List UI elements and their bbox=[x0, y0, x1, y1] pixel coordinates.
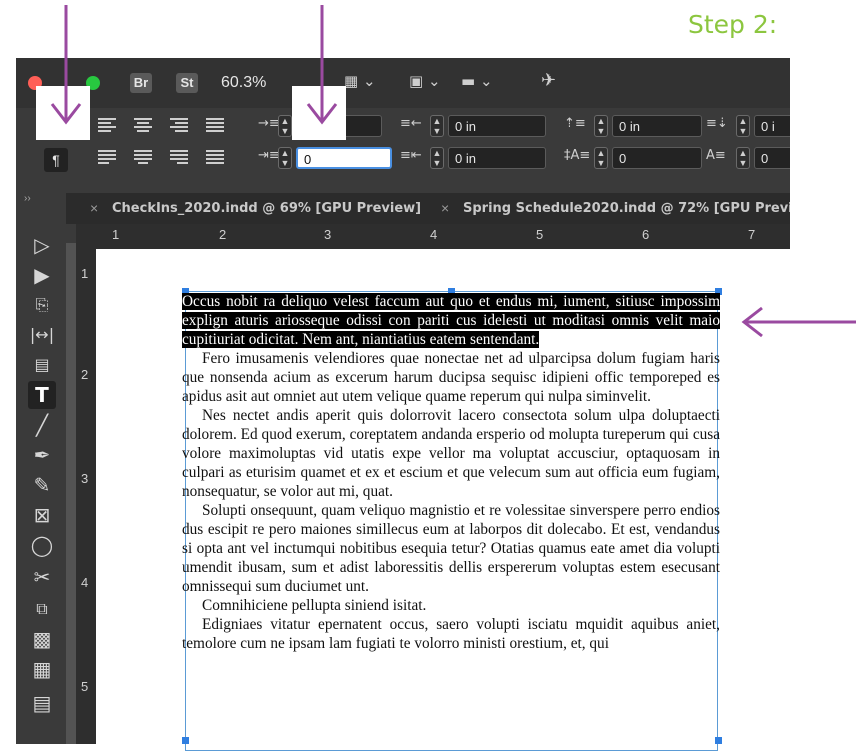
view-options-icon[interactable]: ▦ ⌄ bbox=[344, 72, 376, 90]
space-after-stepper[interactable]: ▲ ▼ bbox=[736, 115, 750, 137]
frame-handle[interactable] bbox=[182, 737, 189, 744]
screen-mode-icon[interactable]: ▣ ⌄ bbox=[409, 72, 441, 90]
last-line-indent-field[interactable]: 0 in bbox=[448, 147, 546, 169]
ruler-label: 7 bbox=[748, 227, 756, 242]
application-bar: Br St 60.3% ▦ ⌄ ▣ ⌄ ▬ ⌄ ✈ bbox=[16, 58, 790, 108]
ruler-label: 4 bbox=[430, 227, 438, 242]
drop-cap-chars-icon: A≡ bbox=[706, 148, 726, 163]
text-selection[interactable]: Occus nobit ra deliquo velest faccum aut… bbox=[182, 293, 720, 348]
space-before-stepper[interactable]: ▲ ▼ bbox=[594, 115, 608, 137]
align-right-icon[interactable] bbox=[170, 118, 188, 132]
space-before-field[interactable]: 0 in bbox=[612, 115, 702, 137]
rectangle-frame-tool-icon[interactable]: ⊠ bbox=[28, 501, 56, 529]
ruler-label: 2 bbox=[219, 227, 227, 242]
close-tab-icon[interactable]: × bbox=[90, 200, 98, 216]
justify-all-icon[interactable] bbox=[206, 150, 224, 164]
page-tool-icon[interactable]: ⎘ bbox=[28, 291, 56, 319]
document-tabs-bar: × CheckIns_2020.indd @ 69% [GPU Preview]… bbox=[16, 193, 790, 224]
ruler-label: 1 bbox=[81, 266, 89, 281]
stock-button[interactable]: St bbox=[176, 73, 198, 93]
align-left-icon[interactable] bbox=[98, 118, 116, 132]
ruler-label: 4 bbox=[81, 575, 89, 590]
left-indent-icon: →≡ bbox=[258, 116, 280, 131]
paragraph[interactable]: Edigniaes vitatur epernatent occus, saer… bbox=[182, 615, 720, 653]
right-indent-field[interactable]: 0 in bbox=[448, 115, 546, 137]
align-center-icon[interactable] bbox=[134, 118, 152, 132]
frame-handle[interactable] bbox=[715, 737, 722, 744]
paragraph[interactable]: Solupti onsequunt, quam veliquo magnisti… bbox=[182, 501, 720, 596]
gradient-feather-tool-icon[interactable]: ▦ bbox=[28, 655, 56, 683]
ruler-label: 6 bbox=[642, 227, 650, 242]
horizontal-ruler: 1 2 3 4 5 6 7 bbox=[76, 224, 790, 250]
direct-selection-tool-icon[interactable]: ▶ bbox=[28, 261, 56, 289]
justify-center-icon[interactable] bbox=[134, 150, 152, 164]
ruler-label: 2 bbox=[81, 367, 89, 382]
tab-checkins[interactable]: CheckIns_2020.indd @ 69% [GPU Preview] bbox=[112, 201, 421, 216]
align-towards-spine-icon[interactable] bbox=[206, 118, 224, 132]
drop-cap-lines-field[interactable]: 0 bbox=[612, 147, 702, 169]
pen-tool-icon[interactable]: ✒ bbox=[28, 441, 56, 469]
right-indent-icon: ≡← bbox=[400, 116, 422, 131]
step-label: Step 2: bbox=[688, 10, 778, 39]
line-tool-icon[interactable]: ╱ bbox=[28, 411, 56, 439]
pencil-tool-icon[interactable]: ✎ bbox=[28, 471, 56, 499]
last-line-indent-icon: ≡⇤ bbox=[400, 148, 422, 163]
justify-right-icon[interactable] bbox=[170, 150, 188, 164]
space-after-icon: ≡⇣ bbox=[706, 116, 728, 131]
annotation-arrow-icon bbox=[741, 306, 856, 338]
scissors-tool-icon[interactable]: ✂ bbox=[28, 563, 56, 591]
first-line-indent-field[interactable]: 0 bbox=[296, 147, 392, 169]
selected-paragraph[interactable]: Occus nobit ra deliquo velest faccum aut… bbox=[182, 292, 720, 349]
ruler-label: 5 bbox=[536, 227, 544, 242]
gradient-swatch-tool-icon[interactable]: ▩ bbox=[28, 625, 56, 653]
story-text[interactable]: Occus nobit ra deliquo velest faccum aut… bbox=[182, 292, 720, 653]
free-transform-tool-icon[interactable]: ⧉ bbox=[28, 595, 56, 623]
publish-online-icon[interactable]: ✈ bbox=[541, 70, 556, 91]
annotation-arrow-icon bbox=[50, 5, 82, 125]
drop-cap-chars-stepper[interactable]: ▲ ▼ bbox=[736, 147, 750, 169]
drop-cap-chars-field[interactable]: 0 bbox=[754, 147, 790, 169]
content-collector-tool-icon[interactable]: ▤ bbox=[28, 351, 56, 379]
ruler-label: 3 bbox=[324, 227, 332, 242]
panel-collapse-icon[interactable]: ›› bbox=[24, 193, 31, 204]
justify-left-icon[interactable] bbox=[98, 150, 116, 164]
space-before-icon: ⇡≡ bbox=[564, 116, 586, 131]
tools-panel: ›› ▷ ▶ ⎘ |↔| ▤ T ╱ ✒ ✎ ⊠ ◯ ✂ ⧉ ▩ ▦ ▤ bbox=[16, 193, 66, 744]
vertical-ruler: 1 2 3 4 5 bbox=[76, 249, 96, 744]
first-line-indent-stepper[interactable]: ▲ ▼ bbox=[278, 147, 292, 169]
tab-spring-schedule[interactable]: Spring Schedule2020.indd @ 72% [GPU Prev… bbox=[463, 201, 790, 216]
last-line-indent-stepper[interactable]: ▲ ▼ bbox=[430, 147, 444, 169]
note-tool-icon[interactable]: ▤ bbox=[28, 689, 56, 717]
left-indent-stepper[interactable]: ▲ ▼ bbox=[278, 115, 292, 137]
bridge-button[interactable]: Br bbox=[130, 73, 152, 93]
ellipse-tool-icon[interactable]: ◯ bbox=[28, 531, 56, 559]
ruler-label: 5 bbox=[81, 679, 89, 694]
close-tab-icon[interactable]: × bbox=[441, 200, 449, 216]
ruler-label: 3 bbox=[81, 471, 89, 486]
drop-cap-lines-icon: ‡A≡ bbox=[564, 148, 591, 163]
ruler-label: 1 bbox=[112, 227, 120, 242]
gap-tool-icon[interactable]: |↔| bbox=[28, 321, 56, 349]
selection-tool-icon[interactable]: ▷ bbox=[28, 231, 56, 259]
annotation-arrow-icon bbox=[306, 5, 338, 125]
space-after-field[interactable]: 0 i bbox=[754, 115, 790, 137]
arrange-documents-icon[interactable]: ▬ ⌄ bbox=[461, 72, 493, 90]
paragraph[interactable]: Comnihiciene pellupta siniend isitat. bbox=[182, 596, 720, 615]
type-tool-icon[interactable]: T bbox=[28, 381, 56, 409]
paragraph-formatting-controls-button[interactable]: ¶ bbox=[44, 148, 68, 172]
right-indent-stepper[interactable]: ▲ ▼ bbox=[430, 115, 444, 137]
first-line-indent-icon: ⇥≡ bbox=[258, 148, 280, 163]
drop-cap-lines-stepper[interactable]: ▲ ▼ bbox=[594, 147, 608, 169]
zoom-level[interactable]: 60.3% bbox=[221, 74, 266, 92]
paragraph[interactable]: Nes nectet andis aperit quis dolorrovit … bbox=[182, 406, 720, 501]
paragraph[interactable]: Fero imusamenis velendiores quae nonecta… bbox=[182, 349, 720, 406]
